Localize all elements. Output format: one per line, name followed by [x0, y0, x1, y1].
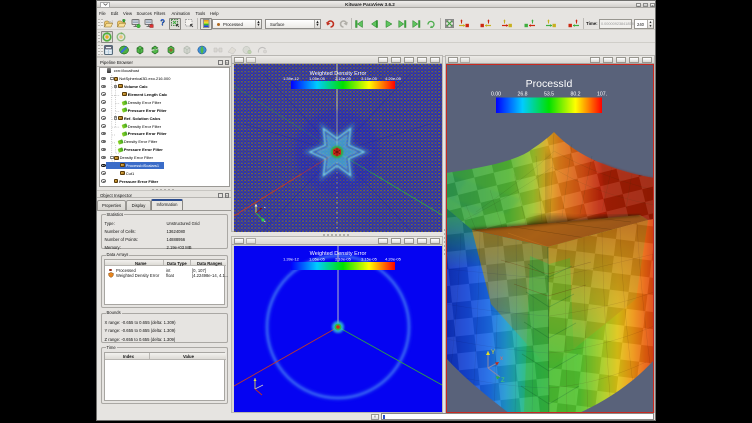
svg-text:53.5: 53.5 [544, 92, 554, 98]
svg-text:1.05e-05: 1.05e-05 [309, 76, 326, 81]
svg-text:ProcessId: ProcessId [526, 78, 573, 90]
svg-text:3.15e-05: 3.15e-05 [361, 76, 378, 81]
svg-text:Z: Z [501, 378, 505, 384]
svg-text:1.39e-12: 1.39e-12 [283, 76, 300, 81]
svg-text:4.20e-05: 4.20e-05 [385, 257, 402, 262]
svg-text:26.8: 26.8 [517, 92, 527, 98]
svg-text:Y: Y [491, 350, 495, 356]
svg-text:1.39e-12: 1.39e-12 [283, 257, 300, 262]
svg-text:2.10e-05: 2.10e-05 [335, 257, 352, 262]
svg-text:107.: 107. [597, 92, 607, 98]
svg-text:3.15e-05: 3.15e-05 [361, 257, 378, 262]
svg-text:1.05e-05: 1.05e-05 [309, 257, 326, 262]
svg-text:0.00: 0.00 [491, 92, 501, 98]
svg-text:4.20e-05: 4.20e-05 [385, 76, 402, 81]
svg-text:x: x [500, 356, 503, 362]
svg-text:80.2: 80.2 [570, 92, 580, 98]
svg-text:2.10e-05: 2.10e-05 [335, 76, 352, 81]
